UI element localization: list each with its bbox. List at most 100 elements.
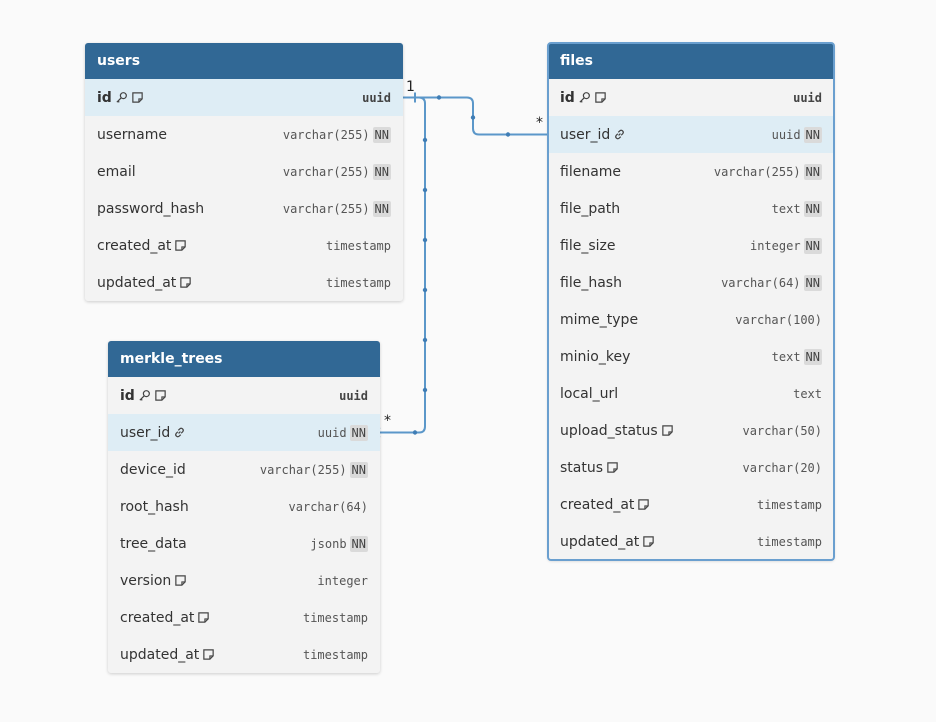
column-name-text: local_url [560,385,619,402]
column-name: upload_status [560,423,674,439]
link-waypoint [436,95,442,100]
column-type: varchar(255) [282,164,370,179]
table-header[interactable]: merkle_trees [108,341,380,377]
table-users[interactable]: users id uuid username varchar(255) NN email va… [85,43,403,301]
column-row[interactable]: local_url text [548,375,834,412]
column-row[interactable]: updated_at timestamp [108,636,380,673]
key-icon [579,92,590,103]
column-name-text: updated_at [120,646,200,663]
note-icon [607,462,618,473]
not-null-badge: NN [803,274,822,291]
note-icon [638,499,650,510]
column-name-text: updated_at [97,274,177,291]
column-type: varchar(20) [742,460,822,475]
column-row[interactable]: created_at timestamp [548,486,834,523]
column-row[interactable]: updated_at timestamp [85,264,403,301]
not-null-badge: NN [803,200,822,217]
column-name-text: mime_type [560,311,639,328]
column-type: text [771,201,801,216]
column-type: jsonb [310,536,347,551]
note-icon [643,536,655,547]
column-type: varchar(50) [742,423,822,438]
column-row[interactable]: id uuid [85,79,403,116]
cardinality-label: * [384,412,391,429]
column-name-text: password_hash [97,200,205,217]
column-name-text: version [120,572,172,589]
column-name-text: status [560,459,604,476]
table-header[interactable]: files [548,43,834,79]
cardinality-label: * [536,114,543,131]
column-row[interactable]: tree_data jsonb NN [108,525,380,562]
column-name: created_at [560,497,650,513]
column-row[interactable]: user_id uuid NN [108,414,380,451]
column-row[interactable]: mime_type varchar(100) [548,301,834,338]
column-row[interactable]: id uuid [548,79,834,116]
column-name: mime_type [560,312,638,328]
column-row[interactable]: file_path text NN [548,190,834,227]
column-row[interactable]: file_hash varchar(64) NN [548,264,834,301]
column-name: created_at [97,238,187,254]
column-type: uuid [771,127,801,142]
diagram-canvas[interactable]: users id uuid username varchar(255) NN email va… [0,0,936,722]
column-row[interactable]: root_hash varchar(64) [108,488,380,525]
note-icon [661,425,673,436]
column-type: varchar(255) [713,164,801,179]
link-waypoint [422,337,428,343]
column-row[interactable]: version integer [108,562,380,599]
table-merkle_trees[interactable]: merkle_trees id uuid user_id uuid NN device_id… [108,341,380,673]
column-name-text: email [97,163,136,180]
column-row[interactable]: status varchar(20) [548,449,834,486]
relationship-line[interactable] [403,96,548,136]
note-icon [175,240,187,251]
note-icon [180,277,192,288]
note-icon [203,649,215,660]
column-row[interactable]: id uuid [108,377,380,414]
column-name-text: id [560,89,575,106]
column-name: tree_data [120,536,187,552]
column-name-text: tree_data [120,535,187,552]
column-name-text: upload_status [560,422,658,439]
column-type: timestamp [756,497,822,512]
column-type: varchar(255) [282,127,370,142]
link-icon [615,129,625,140]
column-row[interactable]: username varchar(255) NN [85,116,403,153]
column-name-text: device_id [120,461,186,478]
note-icon [198,612,210,623]
column-type: text [771,349,801,364]
column-row[interactable]: password_hash varchar(255) NN [85,190,403,227]
column-name: updated_at [120,647,215,663]
column-type: uuid [793,90,822,105]
column-row[interactable]: email varchar(255) NN [85,153,403,190]
column-row[interactable]: created_at timestamp [85,227,403,264]
column-row[interactable]: device_id varchar(255) NN [108,451,380,488]
table-header[interactable]: users [85,43,403,79]
column-row[interactable]: filename varchar(255) NN [548,153,834,190]
column-row[interactable]: upload_status varchar(50) [548,412,834,449]
column-name: file_size [560,238,615,254]
note-icon [175,575,187,586]
note-icon [155,390,166,401]
link-waypoint [412,430,418,435]
column-name: status [560,460,619,476]
column-name: created_at [120,610,210,626]
column-name-text: minio_key [560,348,631,365]
column-type: text [793,386,822,401]
column-type: varchar(255) [282,201,370,216]
column-type: uuid [362,90,391,105]
link-waypoint [422,287,428,293]
column-name-text: file_hash [560,274,622,291]
column-row[interactable]: file_size integer NN [548,227,834,264]
column-name-text: updated_at [560,533,640,550]
column-name: file_path [560,201,620,217]
column-type: varchar(64) [288,499,368,514]
column-row[interactable]: created_at timestamp [108,599,380,636]
column-name: username [97,127,167,143]
table-files[interactable]: files id uuid user_id uuid NN filename varchar(… [547,42,835,561]
column-type: uuid [317,425,347,440]
column-row[interactable]: user_id uuid NN [548,116,834,153]
key-icon [116,92,127,103]
not-null-badge: NN [803,237,822,254]
column-row[interactable]: updated_at timestamp [548,523,834,560]
column-row[interactable]: minio_key text NN [548,338,834,375]
not-null-badge: NN [803,348,822,365]
